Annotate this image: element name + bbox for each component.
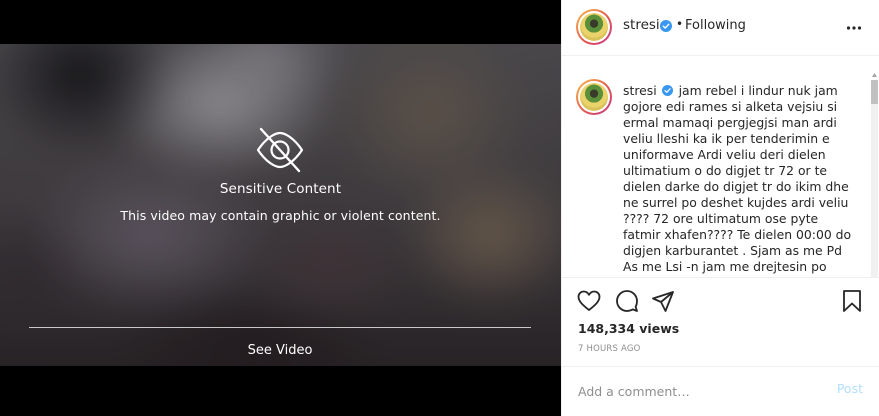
caption-username[interactable]: stresi xyxy=(623,83,657,98)
post-timestamp[interactable]: 7 HOURS AGO xyxy=(578,344,641,354)
comment-form: Post xyxy=(562,367,879,416)
post-actions: 148,334 views 7 HOURS AGO xyxy=(562,277,879,367)
comment-input[interactable] xyxy=(578,380,818,402)
sensitive-content-description: This video may contain graphic or violen… xyxy=(120,208,441,223)
instagram-post-modal: Sensitive Content This video may contain… xyxy=(0,0,879,416)
more-icon[interactable] xyxy=(846,20,862,36)
view-count[interactable]: 148,334 views xyxy=(578,321,679,336)
media-panel: Sensitive Content This video may contain… xyxy=(0,0,561,416)
caption: stresi jam rebel i lindur nuk jam gojore… xyxy=(623,83,857,275)
caption-scrollbar[interactable] xyxy=(871,80,878,277)
following-button[interactable]: Following xyxy=(685,18,746,33)
verified-icon xyxy=(660,20,672,32)
post-comment-button[interactable]: Post xyxy=(837,381,863,396)
see-video-button[interactable]: See Video xyxy=(230,339,330,361)
caption-avatar[interactable] xyxy=(576,79,612,115)
share-icon[interactable] xyxy=(651,289,675,313)
post-header: stresi • Following xyxy=(562,0,879,56)
divider xyxy=(29,327,531,328)
avatar[interactable] xyxy=(576,9,612,45)
sensitive-content-title: Sensitive Content xyxy=(219,181,342,197)
separator-dot: • xyxy=(676,17,684,31)
eye-slash-icon xyxy=(256,127,304,173)
comment-icon[interactable] xyxy=(615,289,639,313)
scroll-thumb[interactable] xyxy=(871,80,878,104)
header-username[interactable]: stresi xyxy=(623,17,660,33)
verified-icon xyxy=(661,85,673,96)
heart-icon[interactable] xyxy=(577,289,601,313)
caption-area: stresi jam rebel i lindur nuk jam gojore… xyxy=(562,57,879,277)
caption-text: jam rebel i lindur nuk jam gojore edi ra… xyxy=(623,83,852,274)
post-sidebar: stresi • Following stresi jam rebel i li… xyxy=(561,0,879,416)
sensitive-content-overlay: Sensitive Content This video may contain… xyxy=(0,44,561,366)
bookmark-icon[interactable] xyxy=(840,289,864,313)
scroll-up-arrow-icon[interactable] xyxy=(871,71,878,79)
